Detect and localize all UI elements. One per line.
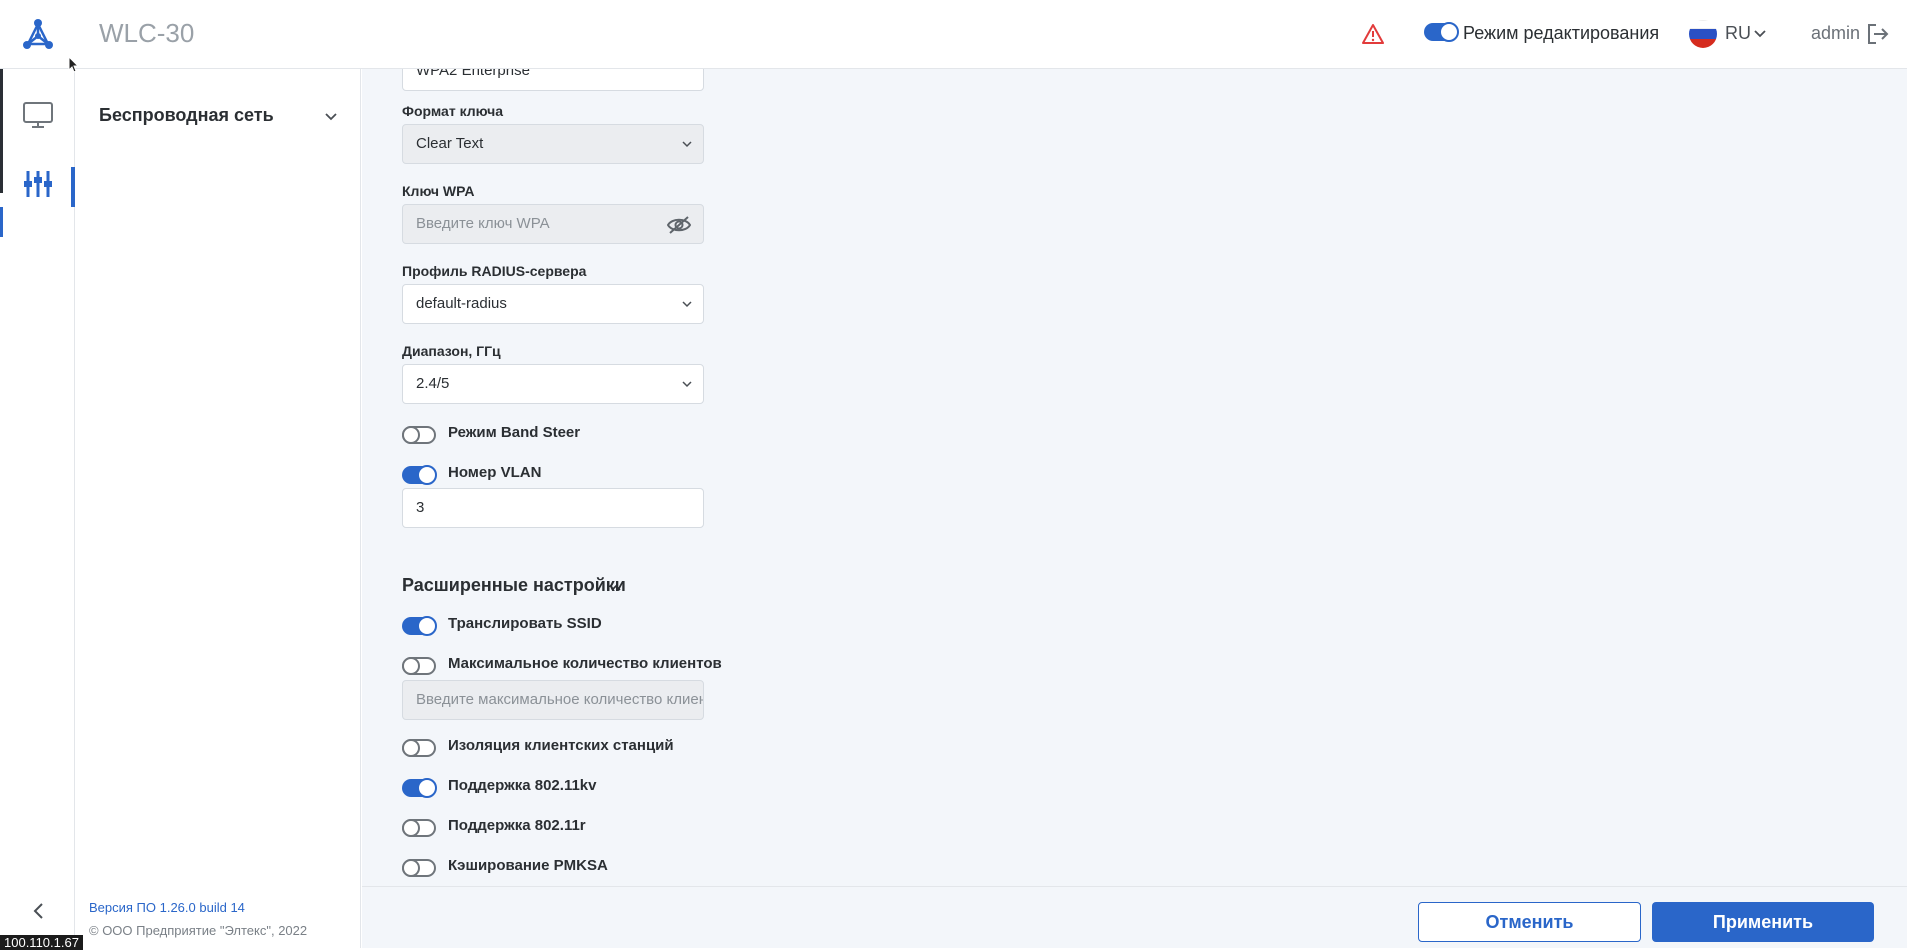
radius-profile-label: Профиль RADIUS-сервера (402, 263, 587, 279)
band-select[interactable]: 2.4/5 (402, 364, 704, 404)
app-title: WLC-30 (99, 18, 195, 48)
logo-icon[interactable] (21, 18, 55, 52)
max-clients-toggle[interactable] (402, 657, 436, 675)
chevron-left-icon[interactable] (30, 902, 48, 920)
main-content: WPA2 Enterprise Формат ключа Clear Text … (362, 69, 1907, 886)
kv-support-label: Поддержка 802.11kv (448, 777, 597, 794)
kv-support-toggle[interactable] (402, 778, 437, 798)
language-selector[interactable]: RU (1725, 23, 1751, 44)
key-format-label: Формат ключа (402, 103, 503, 119)
broadcast-ssid-toggle[interactable] (402, 616, 437, 636)
client-isolation-toggle[interactable] (402, 739, 436, 757)
chevron-down-icon (682, 141, 692, 148)
r-support-toggle[interactable] (402, 819, 436, 837)
eye-off-icon[interactable] (667, 215, 691, 235)
chevron-down-icon (325, 113, 337, 121)
security-mode-select[interactable]: WPA2 Enterprise (402, 69, 704, 91)
apply-button[interactable]: Применить (1652, 902, 1874, 942)
sidebar-group-wireless[interactable]: Беспроводная сеть (99, 105, 339, 129)
band-label: Диапазон, ГГц (402, 343, 501, 359)
cancel-button[interactable]: Отменить (1418, 902, 1641, 942)
wpa-key-placeholder: Введите ключ WPA (416, 215, 550, 232)
chevron-up-icon[interactable] (610, 582, 622, 594)
key-format-select[interactable]: Clear Text (402, 124, 704, 164)
icon-rail (0, 69, 75, 948)
vlan-label: Номер VLAN (448, 464, 542, 481)
wpa-key-input[interactable]: Введите ключ WPA (402, 204, 704, 244)
russia-flag-icon[interactable] (1689, 20, 1717, 48)
radius-profile-select[interactable]: default-radius (402, 284, 704, 324)
max-clients-placeholder: Введите максимальное количество клиентов (416, 691, 704, 708)
chevron-down-icon (682, 381, 692, 388)
sidebar: Беспроводная сеть Версия ПО 1.26.0 build… (75, 69, 361, 948)
security-mode-value: WPA2 Enterprise (416, 69, 530, 79)
sidebar-group-label: Беспроводная сеть (99, 105, 274, 125)
monitor-icon (23, 102, 53, 128)
settings-sliders-icon (24, 171, 52, 197)
mouse-cursor-icon (68, 56, 80, 73)
logout-icon[interactable] (1866, 23, 1890, 45)
rail-item-configuration[interactable] (0, 167, 75, 219)
max-clients-label: Максимальное количество клиентов (448, 655, 722, 672)
pmksa-toggle[interactable] (402, 859, 436, 877)
top-bar: WLC-30 Режим редактирования RU admin (0, 0, 1907, 69)
user-name: admin (1811, 23, 1861, 43)
radius-profile-value: default-radius (416, 295, 507, 312)
vlan-toggle[interactable] (402, 465, 437, 485)
broadcast-ssid-label: Транслировать SSID (448, 615, 602, 632)
firmware-version[interactable]: Версия ПО 1.26.0 build 14 (89, 900, 245, 915)
chevron-down-icon[interactable] (1753, 27, 1767, 41)
vlan-value: 3 (416, 499, 425, 516)
max-clients-input[interactable]: Введите максимальное количество клиентов (402, 680, 704, 720)
copyright: © ООО Предприятие "Элтекс", 2022 (89, 923, 308, 938)
edit-mode-toggle[interactable] (1424, 22, 1459, 42)
action-footer: Отменить Применить (362, 886, 1907, 948)
pmksa-label: Кэширование PMKSA (448, 857, 608, 874)
wpa-key-label: Ключ WPA (402, 183, 475, 199)
advanced-settings-title[interactable]: Расширенные настройки (402, 575, 626, 596)
band-value: 2.4/5 (416, 375, 450, 392)
r-support-label: Поддержка 802.11r (448, 817, 586, 834)
warning-icon[interactable] (1362, 23, 1384, 45)
chevron-down-icon (682, 301, 692, 308)
client-isolation-label: Изоляция клиентских станций (448, 737, 674, 754)
key-format-value: Clear Text (416, 135, 484, 152)
rail-item-monitoring[interactable] (0, 99, 75, 151)
edit-mode-label: Режим редактирования (1463, 23, 1660, 43)
band-steer-label: Режим Band Steer (448, 424, 581, 441)
vlan-input[interactable]: 3 (402, 488, 704, 528)
band-steer-toggle[interactable] (402, 426, 436, 444)
